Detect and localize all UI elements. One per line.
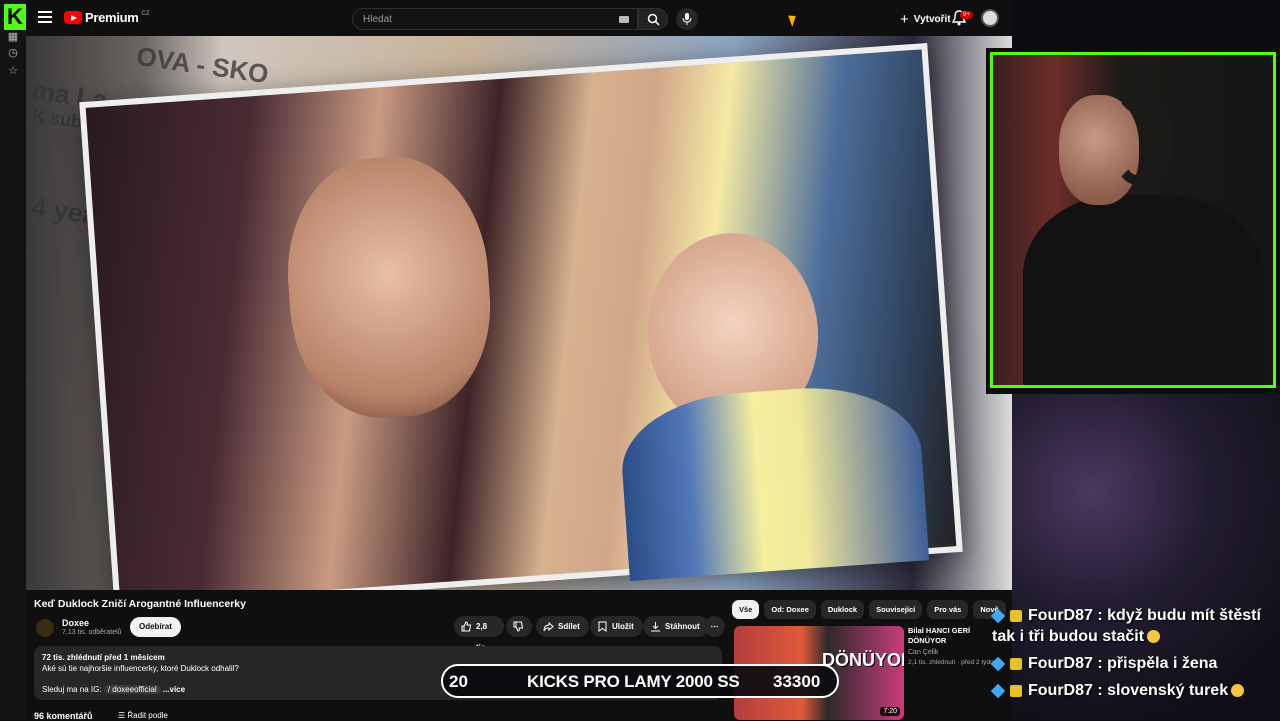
share-button[interactable]: Sdílet xyxy=(536,616,589,637)
thumbs-down-icon xyxy=(513,621,524,632)
gifter-badge-icon xyxy=(1010,609,1022,622)
goal-current: 20 xyxy=(449,672,468,691)
search-input[interactable]: Hledat xyxy=(352,8,638,30)
video-bg-text: OVA - SKO xyxy=(134,40,271,90)
smile-emoji-icon xyxy=(1147,630,1161,644)
kick-logo[interactable]: K xyxy=(4,4,26,30)
chip-related[interactable]: Související xyxy=(869,600,923,619)
chat-text: : přispěla i žena xyxy=(1097,655,1218,672)
recommendation-chips: Vše Od: Doxee Duklock Související Pro vá… xyxy=(732,600,1006,619)
gifter-badge-icon xyxy=(1010,657,1022,670)
share-label: Sdílet xyxy=(558,622,580,631)
dislike-button[interactable] xyxy=(506,616,532,637)
chat-username: FourD87 xyxy=(1028,655,1093,672)
voice-search-button[interactable] xyxy=(676,8,698,30)
chat-message: FourD87 : když budu mít štěstí tak i tři… xyxy=(990,605,1280,647)
chip-for-you[interactable]: Pro vás xyxy=(927,600,969,619)
more-actions-button[interactable]: ⋯ xyxy=(704,616,725,637)
account-avatar[interactable] xyxy=(981,9,999,27)
chip-all[interactable]: Vše xyxy=(732,600,760,619)
channel-avatar[interactable] xyxy=(36,619,54,637)
share-icon xyxy=(543,621,554,632)
browse-icon[interactable]: ▦ xyxy=(6,30,20,44)
video-photo-frame xyxy=(79,42,963,590)
goal-label: KICKS PRO LAMY 2000 SS xyxy=(527,672,740,691)
save-label: Uložit xyxy=(612,622,634,631)
gifter-badge-icon xyxy=(1010,684,1022,697)
description-follow: Sleduj ma na IG: xyxy=(42,685,102,694)
notifications-badge: 9+ xyxy=(960,11,973,19)
search-icon xyxy=(647,13,660,26)
video-player[interactable]: OVA - SKO ma La K subsc 4 yea xyxy=(26,36,1012,590)
kick-sidebar: K ▦ ◷ ☆ xyxy=(0,0,26,720)
create-button[interactable]: + Vytvořit xyxy=(892,9,959,29)
streamer-shirt xyxy=(1023,195,1263,385)
smile-emoji-icon xyxy=(1231,684,1245,698)
channel-name[interactable]: Doxee xyxy=(62,618,89,628)
chat-username: FourD87 xyxy=(1028,607,1093,624)
view-stats: 72 tis. zhlédnutí před 1 měsícem xyxy=(42,653,165,662)
show-more-link[interactable]: ...více xyxy=(163,685,185,694)
kicks-goal-bar: 20 KICKS PRO LAMY 2000 SS 33300 xyxy=(441,664,839,698)
history-icon[interactable]: ◷ xyxy=(6,46,20,60)
subscriber-count: 7,13 tis. odběratelů xyxy=(62,629,122,636)
video-duration: 7:20 xyxy=(880,707,900,716)
chip-from-channel[interactable]: Od: Doxee xyxy=(764,600,816,619)
woman-face xyxy=(280,150,498,424)
country-code: CZ xyxy=(141,10,150,17)
chat-username: FourD87 xyxy=(1028,682,1093,699)
youtube-topbar: Premium CZ Hledat + Vytvořit 9+ xyxy=(26,0,1012,36)
chat-message: FourD87 : přispěla i žena xyxy=(990,653,1280,674)
youtube-logo[interactable]: Premium CZ xyxy=(64,10,150,25)
subscribe-button[interactable]: Odebírat xyxy=(130,617,181,637)
plus-icon: + xyxy=(900,10,909,28)
youtube-play-icon xyxy=(64,11,82,24)
recommended-channel[interactable]: Can Çelik xyxy=(908,649,938,656)
sort-label: Řadit podle xyxy=(127,711,168,720)
menu-icon[interactable] xyxy=(38,11,52,23)
search-placeholder: Hledat xyxy=(363,14,392,25)
goal-target: 33300 xyxy=(773,672,821,691)
save-button[interactable]: Uložit xyxy=(590,616,643,637)
video-info-area: Keď Duklock Zničí Arogantné Influencerky… xyxy=(26,590,1012,721)
youtube-brand: Premium xyxy=(85,10,139,25)
child-jacket xyxy=(617,380,930,582)
webcam-frame xyxy=(990,52,1276,388)
instagram-link[interactable]: / doxeeofficial xyxy=(103,685,161,694)
search-button[interactable] xyxy=(638,8,668,30)
headphones-icon xyxy=(1113,95,1173,185)
download-icon xyxy=(651,622,660,632)
like-button[interactable]: 2,8 tis. xyxy=(454,616,504,652)
sort-comments-button[interactable]: ☰ Řadit podle xyxy=(118,711,168,720)
subscriber-badge-icon xyxy=(990,608,1006,623)
subscriber-badge-icon xyxy=(990,683,1006,698)
keyboard-icon[interactable] xyxy=(619,16,629,23)
download-label: Stáhnout xyxy=(665,622,700,631)
thumbnail-text: DÖNÜYOR xyxy=(822,650,904,670)
star-icon[interactable]: ☆ xyxy=(6,64,20,78)
chat-message: FourD87 : slovenský turek xyxy=(990,680,1280,701)
create-label: Vytvořit xyxy=(913,13,951,25)
mic-icon xyxy=(682,13,692,25)
streamer-webcam xyxy=(986,48,1280,394)
chat-text: : slovenský turek xyxy=(1097,682,1229,699)
chat-overlay: FourD87 : když budu mít štěstí tak i tři… xyxy=(990,605,1280,707)
chip-duklock[interactable]: Duklock xyxy=(820,600,865,619)
subscriber-badge-icon xyxy=(990,656,1006,671)
more-icon: ⋯ xyxy=(710,622,719,631)
bookmark-icon xyxy=(598,621,607,632)
download-button[interactable]: Stáhnout xyxy=(643,616,709,637)
thumbs-up-icon xyxy=(461,621,472,632)
video-title: Keď Duklock Zničí Arogantné Influencerky xyxy=(34,598,246,610)
